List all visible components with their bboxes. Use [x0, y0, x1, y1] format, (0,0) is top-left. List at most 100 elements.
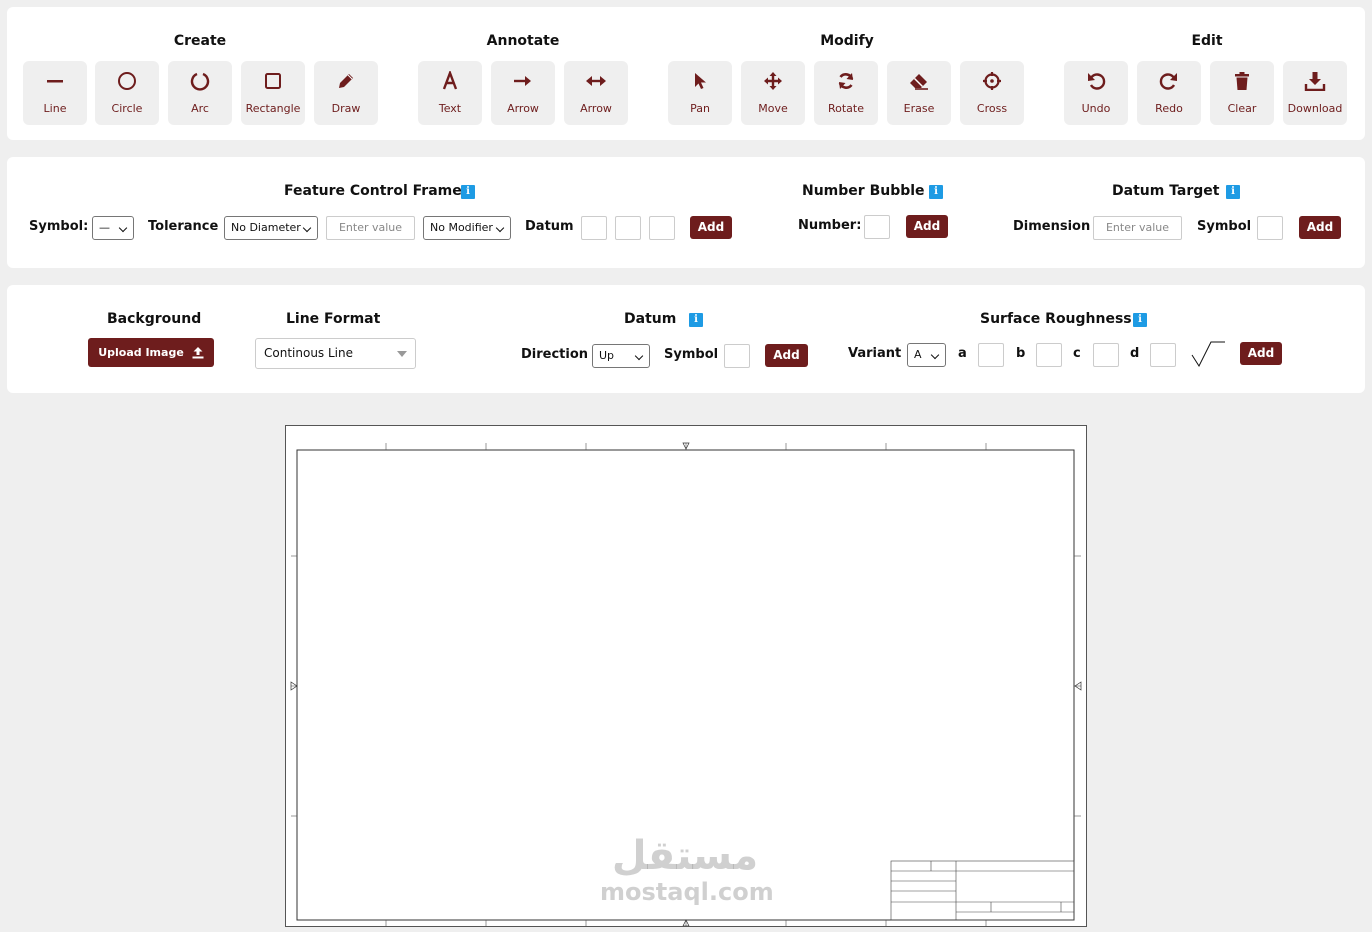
roughness-symbol-icon — [1191, 341, 1225, 368]
bubble-add-button[interactable]: Add — [906, 215, 948, 238]
roughness-b-input[interactable] — [1036, 343, 1062, 367]
arrow-button[interactable]: Arrow — [491, 61, 555, 125]
fcf-add-button[interactable]: Add — [690, 216, 732, 239]
bubble-number-input[interactable] — [864, 215, 890, 239]
rectangle-button-label: Rectangle — [245, 102, 301, 115]
undo-button[interactable]: Undo — [1064, 61, 1128, 125]
fcf-info-icon[interactable]: i — [461, 185, 475, 199]
arc-button-label: Arc — [191, 102, 209, 115]
cross-button[interactable]: Cross — [960, 61, 1024, 125]
upload-image-button[interactable]: Upload Image — [88, 338, 214, 367]
datum-target-value-input[interactable]: Enter value — [1093, 216, 1182, 240]
roughness-a-input[interactable] — [978, 343, 1004, 367]
draw-button[interactable]: Draw — [314, 61, 378, 125]
circle-button-label: Circle — [111, 102, 143, 115]
double-arrow-button[interactable]: Arrow — [564, 61, 628, 125]
fcf-modifier-select[interactable]: No Modifier — [423, 216, 511, 240]
bubble-info-icon[interactable]: i — [929, 185, 943, 199]
datum-direction-select[interactable]: Up — [592, 344, 650, 368]
datum-target-add-button[interactable]: Add — [1299, 216, 1341, 239]
line-button[interactable]: Line — [23, 61, 87, 125]
fcf-datum-label: Datum — [525, 219, 574, 234]
datum-target-symbol-input[interactable] — [1257, 216, 1283, 240]
clear-button-label: Clear — [1227, 102, 1257, 115]
toolbar-panel: Create Annotate Modify Edit Line Circle … — [7, 7, 1365, 140]
bubble-title: Number Bubble — [802, 183, 925, 199]
arrow-double-icon — [585, 70, 607, 92]
background-title: Background — [107, 311, 202, 327]
line-format-select[interactable]: Continous Line — [255, 338, 416, 369]
fcf-diameter-value: No Diameter — [231, 221, 301, 234]
line-button-label: Line — [43, 102, 67, 115]
roughness-title: Surface Roughness — [980, 311, 1132, 327]
datum-target-symbol-label: Symbol — [1197, 219, 1252, 234]
fcf-tolerance-label: Tolerance — [148, 219, 219, 234]
watermark-arabic: مستقل — [611, 833, 759, 879]
cursor-icon — [689, 70, 711, 92]
fcf-symbol-value: — — [99, 221, 110, 234]
crosshair-icon — [981, 70, 1003, 92]
fcf-symbol-label: Symbol: — [29, 219, 89, 234]
fcf-datum-input-1[interactable] — [581, 216, 607, 240]
fcf-diameter-select[interactable]: No Diameter — [224, 216, 318, 240]
roughness-c-label: c — [1073, 346, 1081, 361]
roughness-b-label: b — [1016, 346, 1026, 361]
group-title-edit: Edit — [1191, 33, 1223, 49]
arrow-right-icon — [512, 70, 534, 92]
rotate-button-label: Rotate — [827, 102, 864, 115]
rotate-button[interactable]: Rotate — [814, 61, 878, 125]
cross-button-label: Cross — [976, 102, 1008, 115]
roughness-d-input[interactable] — [1150, 343, 1176, 367]
bubble-number-label: Number: — [798, 218, 862, 233]
circle-icon — [116, 70, 138, 92]
roughness-add-button[interactable]: Add — [1240, 342, 1282, 365]
arrow-button-label: Arrow — [507, 102, 539, 115]
double-arrow-button-label: Arrow — [580, 102, 612, 115]
eraser-icon — [908, 70, 930, 92]
clear-button[interactable]: Clear — [1210, 61, 1274, 125]
arc-button[interactable]: Arc — [168, 61, 232, 125]
trash-icon — [1231, 70, 1253, 92]
upload-icon — [192, 347, 204, 359]
undo-button-label: Undo — [1081, 102, 1111, 115]
move-button[interactable]: Move — [741, 61, 805, 125]
fcf-symbol-select[interactable]: — — [92, 216, 134, 240]
draw-button-label: Draw — [331, 102, 361, 115]
datum-direction-value: Up — [599, 349, 615, 362]
fcf-datum-input-2[interactable] — [615, 216, 641, 240]
download-icon — [1304, 70, 1326, 92]
move-icon — [762, 70, 784, 92]
roughness-a-label: a — [958, 346, 967, 361]
roughness-info-icon[interactable]: i — [1133, 313, 1147, 327]
datum-info-icon[interactable]: i — [689, 313, 703, 327]
download-button[interactable]: Download — [1283, 61, 1347, 125]
roughness-c-input[interactable] — [1093, 343, 1119, 367]
datum-symbol-input[interactable] — [724, 344, 750, 368]
datum-add-button[interactable]: Add — [765, 344, 808, 367]
erase-button-label: Erase — [903, 102, 935, 115]
format-panel: Background Upload Image Line Format Cont… — [7, 285, 1365, 393]
circle-button[interactable]: Circle — [95, 61, 159, 125]
text-button[interactable]: Text — [418, 61, 482, 125]
datum-title: Datum — [624, 311, 677, 327]
group-title-create: Create — [173, 33, 227, 49]
rectangle-button[interactable]: Rectangle — [241, 61, 305, 125]
datum-target-title: Datum Target — [1112, 183, 1220, 199]
fcf-datum-input-3[interactable] — [649, 216, 675, 240]
redo-button[interactable]: Redo — [1137, 61, 1201, 125]
pan-button[interactable]: Pan — [668, 61, 732, 125]
datum-direction-label: Direction — [521, 347, 589, 362]
erase-button[interactable]: Erase — [887, 61, 951, 125]
rectangle-icon — [262, 70, 284, 92]
roughness-variant-value: A — [914, 348, 922, 361]
upload-image-label: Upload Image — [98, 346, 184, 359]
fcf-value-input[interactable]: Enter value — [326, 216, 415, 240]
rotate-icon — [835, 70, 857, 92]
text-button-label: Text — [438, 102, 462, 115]
line-format-title: Line Format — [286, 311, 381, 327]
roughness-variant-select[interactable]: A — [907, 343, 946, 367]
watermark-latin: mostaql.com — [600, 878, 774, 906]
line-format-value: Continous Line — [264, 346, 353, 360]
datum-target-info-icon[interactable]: i — [1226, 185, 1240, 199]
roughness-d-label: d — [1130, 346, 1140, 361]
